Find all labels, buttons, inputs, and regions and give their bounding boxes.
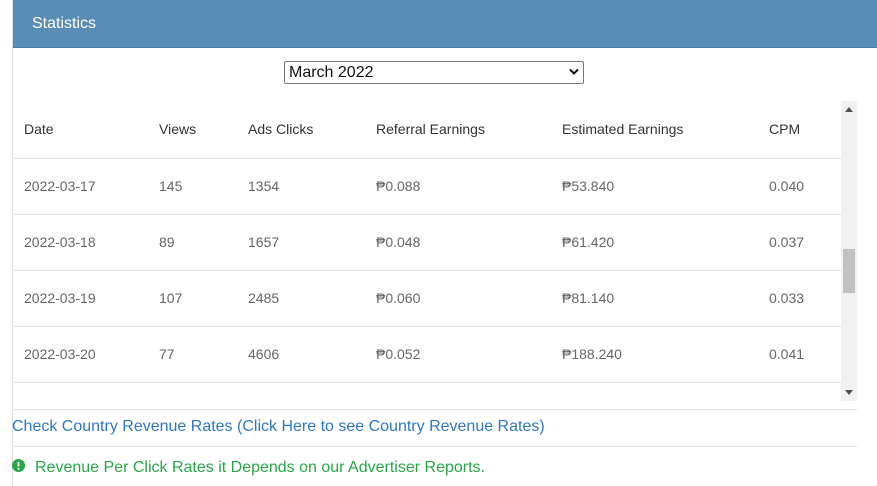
column-header-date: Date: [12, 101, 147, 159]
cell-cpm: 0.040: [757, 158, 841, 215]
table-scrollbar[interactable]: [841, 101, 857, 401]
panel-title: Statistics: [13, 0, 877, 48]
table-row: 2022-03-17 145 1354 ₱0.088 ₱53.840 0.040: [12, 158, 841, 215]
cell-date: 2022-03-18: [12, 214, 147, 271]
cell-referral-earnings: ₱0.052: [364, 326, 550, 383]
month-select-value: March 2022: [289, 64, 374, 81]
column-header-views: Views: [147, 101, 236, 159]
cell-views: 107: [147, 270, 236, 327]
country-revenue-rates-link[interactable]: Check Country Revenue Rates (Click Here …: [12, 418, 545, 436]
cell-ads-clicks: [236, 382, 364, 401]
cell-views: 77: [147, 326, 236, 383]
cell-cpm: 0.041: [757, 326, 841, 383]
cell-referral-earnings: ₱0.088: [364, 158, 550, 215]
notice-text: Revenue Per Click Rates it Depends on ou…: [35, 459, 485, 476]
statistics-table-container[interactable]: Date Views Ads Clicks Referral Earnings …: [12, 101, 857, 401]
cell-date: 2022-03-20: [12, 326, 147, 383]
exclamation-circle-icon: [12, 458, 25, 472]
scroll-up-arrow-icon[interactable]: [845, 107, 853, 112]
table-header-row: Date Views Ads Clicks Referral Earnings …: [12, 101, 841, 159]
cell-estimated-earnings: [550, 382, 757, 401]
cell-estimated-earnings: ₱188.240: [550, 326, 757, 383]
cell-views: 145: [147, 158, 236, 215]
column-header-referral-earnings: Referral Earnings: [364, 101, 550, 159]
cell-ads-clicks: 2485: [236, 270, 364, 327]
cell-referral-earnings: ₱0.048: [364, 214, 550, 271]
cell-views: 89: [147, 214, 236, 271]
table-row: [12, 382, 841, 401]
cell-date: [12, 382, 147, 401]
revenue-notice: Revenue Per Click Rates it Depends on ou…: [12, 458, 485, 477]
cell-date: 2022-03-19: [12, 270, 147, 327]
cell-date: 2022-03-17: [12, 158, 147, 215]
table-row: 2022-03-19 107 2485 ₱0.060 ₱81.140 0.033: [12, 270, 841, 327]
cell-ads-clicks: 1657: [236, 214, 364, 271]
divider: [12, 409, 857, 410]
statistics-table: Date Views Ads Clicks Referral Earnings …: [12, 101, 841, 401]
scroll-thumb[interactable]: [843, 249, 855, 293]
cell-cpm: [757, 382, 841, 401]
cell-estimated-earnings: ₱81.140: [550, 270, 757, 327]
cell-estimated-earnings: ₱61.420: [550, 214, 757, 271]
table-row: 2022-03-20 77 4606 ₱0.052 ₱188.240 0.041: [12, 326, 841, 383]
column-header-estimated-earnings: Estimated Earnings: [550, 101, 757, 159]
divider: [12, 446, 857, 447]
table-row: 2022-03-18 89 1657 ₱0.048 ₱61.420 0.037: [12, 214, 841, 271]
column-header-ads-clicks: Ads Clicks: [236, 101, 364, 159]
cell-cpm: 0.037: [757, 214, 841, 271]
cell-referral-earnings: ₱0.060: [364, 270, 550, 327]
month-selector-row: March 2022: [284, 61, 584, 84]
cell-cpm: 0.033: [757, 270, 841, 327]
scroll-down-arrow-icon[interactable]: [845, 390, 853, 395]
cell-ads-clicks: 1354: [236, 158, 364, 215]
cell-referral-earnings: [364, 382, 550, 401]
cell-views: [147, 382, 236, 401]
month-select[interactable]: March 2022: [284, 61, 584, 84]
cell-ads-clicks: 4606: [236, 326, 364, 383]
cell-estimated-earnings: ₱53.840: [550, 158, 757, 215]
chevron-down-icon: [569, 68, 579, 75]
column-header-cpm: CPM: [757, 101, 841, 159]
